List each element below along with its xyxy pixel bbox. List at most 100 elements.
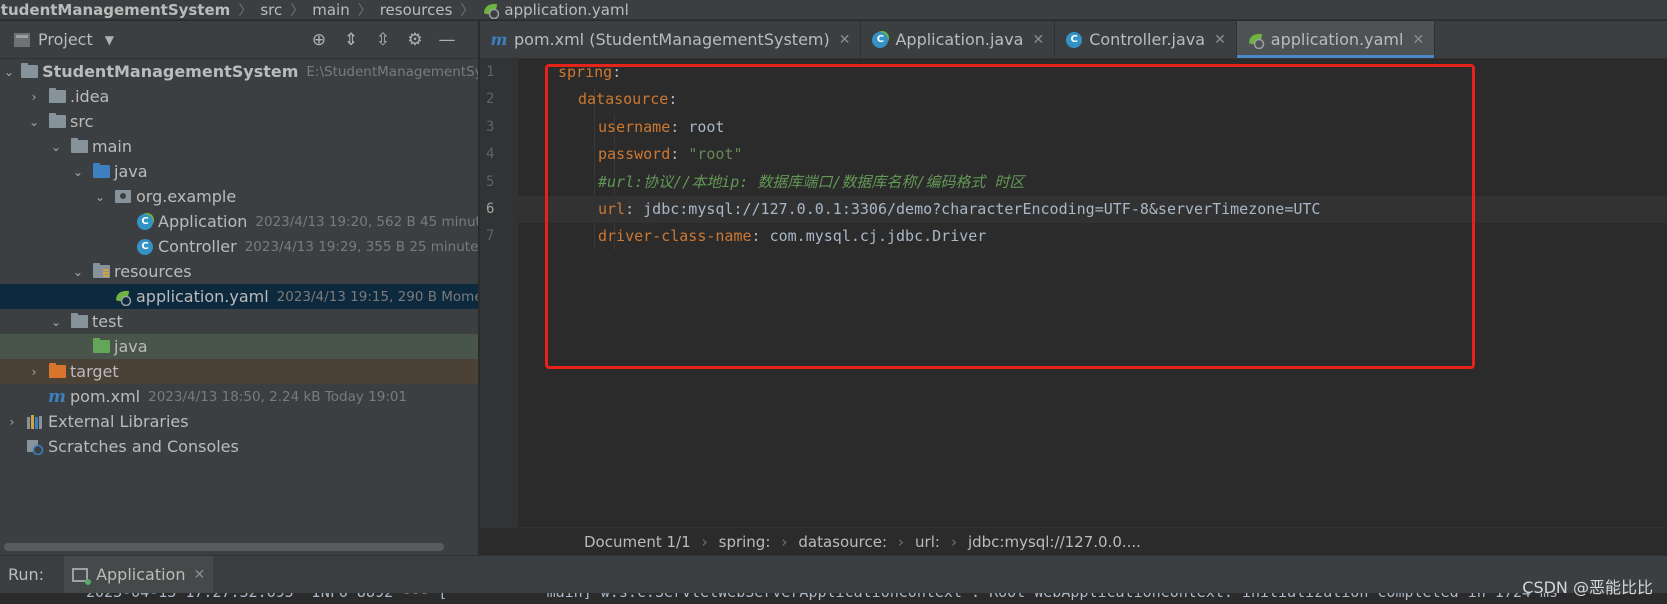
code-line[interactable]: password: "root" xyxy=(518,141,1667,168)
close-icon[interactable]: ✕ xyxy=(1412,32,1424,48)
chevron-right-icon[interactable]: › xyxy=(26,364,42,380)
folder-icon xyxy=(48,88,66,105)
tab-label: pom.xml (StudentManagementSystem) xyxy=(514,30,830,49)
project-window-icon xyxy=(14,32,30,47)
class-icon: C xyxy=(1065,31,1083,49)
tree-item-external-libraries[interactable]: › External Libraries xyxy=(0,409,478,434)
tree-item-resources[interactable]: ⌄ resources xyxy=(0,259,478,284)
project-view-selector[interactable]: Project ▼ xyxy=(14,30,114,49)
line-number: 7 xyxy=(486,228,495,245)
tree-item-idea[interactable]: › .idea xyxy=(0,84,478,109)
run-tab-label: Application xyxy=(96,565,186,584)
chevron-right-icon[interactable]: › xyxy=(26,89,42,105)
tree-item-project-root[interactable]: ⌄ StudentManagementSystem E:\StudentMana… xyxy=(0,59,478,84)
structure-item[interactable]: url: xyxy=(915,533,940,551)
tree-item-application-yaml[interactable]: application.yaml 2023/4/13 19:15, 290 B … xyxy=(0,284,478,309)
structure-item[interactable]: datasource: xyxy=(798,533,887,551)
chevron-down-icon[interactable]: ⌄ xyxy=(48,314,64,330)
tree-item-test-java[interactable]: java xyxy=(0,334,478,359)
code-line[interactable]: #url:协议//本地ip: 数据库端口/数据库名称/编码格式 时区 xyxy=(518,169,1667,196)
gear-icon[interactable]: ⚙ xyxy=(404,29,426,51)
tab-label: application.yaml xyxy=(1270,30,1404,49)
code-line-current[interactable]: url: jdbc:mysql://127.0.0.1:3306/demo?ch… xyxy=(518,195,1667,224)
breadcrumb-src[interactable]: src xyxy=(260,1,282,19)
expand-all-icon[interactable]: ⇕ xyxy=(340,29,362,51)
tree-item-label: main xyxy=(92,137,132,156)
navigation-breadcrumb: StudentManagementSystem 〉 src 〉 main 〉 r… xyxy=(0,0,1667,20)
chevron-right-icon[interactable]: › xyxy=(4,414,20,430)
yaml-colon: : xyxy=(670,117,689,136)
tree-item-label: java xyxy=(114,162,148,181)
close-icon[interactable]: ✕ xyxy=(839,32,851,48)
yaml-key: spring xyxy=(558,63,613,81)
code-lines[interactable]: spring: datasource: username: root passw… xyxy=(518,59,1667,251)
tab-pom-xml[interactable]: m pom.xml (StudentManagementSystem) ✕ xyxy=(480,21,862,58)
source-folder-icon xyxy=(92,163,110,180)
resources-folder-icon xyxy=(92,263,110,280)
tab-label: Application.java xyxy=(895,30,1024,49)
chevron-down-icon[interactable]: ⌄ xyxy=(70,264,86,280)
tree-item-target[interactable]: › target xyxy=(0,359,478,384)
tree-item-meta: 2023/4/13 19:29, 355 B 25 minutes a xyxy=(244,238,479,255)
tree-item-main[interactable]: ⌄ main xyxy=(0,134,478,159)
maven-icon: m xyxy=(490,30,508,49)
structure-item[interactable]: spring: xyxy=(719,533,771,551)
breadcrumb-resources[interactable]: resources xyxy=(380,1,453,19)
code-editor[interactable]: 1 2 3 4 5 6 7 spring: datasource: userna… xyxy=(480,59,1667,527)
code-line[interactable]: datasource: xyxy=(518,86,1667,113)
tree-item-java[interactable]: ⌄ java xyxy=(0,159,478,184)
breadcrumb-separator: 〉 xyxy=(290,2,305,19)
tree-item-controller[interactable]: C Controller 2023/4/13 19:29, 355 B 25 m… xyxy=(0,234,479,259)
tree-item-label: .idea xyxy=(70,87,110,106)
chevron-down-icon[interactable]: ⌄ xyxy=(48,139,64,155)
structure-item[interactable]: jdbc:mysql://127.0.0.... xyxy=(968,533,1141,551)
folder-icon xyxy=(70,138,88,155)
folder-icon xyxy=(48,113,66,130)
breadcrumb-main[interactable]: main xyxy=(312,1,349,19)
tree-item-src[interactable]: ⌄ src xyxy=(0,109,478,134)
tree-item-test[interactable]: ⌄ test xyxy=(0,309,478,334)
collapse-all-icon[interactable]: ⇳ xyxy=(372,29,394,51)
yaml-key: password xyxy=(598,145,671,164)
tree-item-label: Scratches and Consoles xyxy=(48,437,239,456)
tab-controller-java[interactable]: C Controller.java ✕ xyxy=(1055,21,1237,58)
chevron-down-icon[interactable]: ⌄ xyxy=(26,114,42,130)
tree-item-label: src xyxy=(70,112,94,131)
close-icon[interactable]: ✕ xyxy=(1214,32,1226,48)
tree-item-label: org.example xyxy=(136,187,237,206)
yaml-colon: : xyxy=(751,227,770,246)
breadcrumb-project[interactable]: StudentManagementSystem xyxy=(0,1,230,19)
close-icon[interactable]: ✕ xyxy=(193,567,205,583)
line-number: 1 xyxy=(486,64,495,80)
breadcrumb-separator: 〉 xyxy=(357,2,372,19)
yaml-value: com.mysql.cj.jdbc.Driver xyxy=(769,227,987,246)
code-line[interactable]: spring: xyxy=(518,59,1667,86)
yaml-key: username xyxy=(598,117,671,136)
tree-item-scratches[interactable]: Scratches and Consoles xyxy=(0,434,478,459)
structure-item[interactable]: Document 1/1 xyxy=(584,533,691,551)
tree-item-label: application.yaml xyxy=(136,287,269,306)
code-line[interactable]: driver-class-name: com.mysql.cj.jdbc.Dri… xyxy=(518,223,1667,250)
tab-application-yaml[interactable]: application.yaml ✕ xyxy=(1236,21,1436,58)
tree-item-package[interactable]: ⌄ org.example xyxy=(0,184,478,209)
line-number: 5 xyxy=(486,173,495,190)
spring-class-icon: C xyxy=(136,213,154,230)
yaml-comment: #url:协议//本地ip: 数据库端口/数据库名称/编码格式 时区 xyxy=(598,172,1025,191)
run-console[interactable]: 2023-04-13 17:27:32.695 INFO 8892 --- [ … xyxy=(0,593,1667,604)
hide-panel-icon[interactable]: — xyxy=(436,29,458,51)
tree-item-label: resources xyxy=(114,262,192,281)
breadcrumb-separator: 〉 xyxy=(238,2,253,19)
chevron-down-icon[interactable]: ⌄ xyxy=(92,189,108,205)
tree-item-pom[interactable]: m pom.xml 2023/4/13 18:50, 2.24 kB Today… xyxy=(0,384,478,409)
dropdown-arrow-icon[interactable]: ▼ xyxy=(105,33,114,47)
chevron-down-icon[interactable]: ⌄ xyxy=(70,164,86,180)
tab-application-java[interactable]: C Application.java ✕ xyxy=(861,21,1056,58)
tree-item-application[interactable]: C Application 2023/4/13 19:20, 562 B 45 … xyxy=(0,209,478,234)
code-line[interactable]: username: root xyxy=(518,114,1667,141)
locate-target-icon[interactable]: ⊕ xyxy=(308,29,330,51)
run-tab-application[interactable]: Application ✕ xyxy=(64,555,214,594)
close-icon[interactable]: ✕ xyxy=(1032,32,1044,48)
horizontal-scrollbar[interactable] xyxy=(4,543,444,551)
breadcrumb-file[interactable]: application.yaml xyxy=(504,1,628,19)
chevron-down-icon[interactable]: ⌄ xyxy=(4,64,14,80)
